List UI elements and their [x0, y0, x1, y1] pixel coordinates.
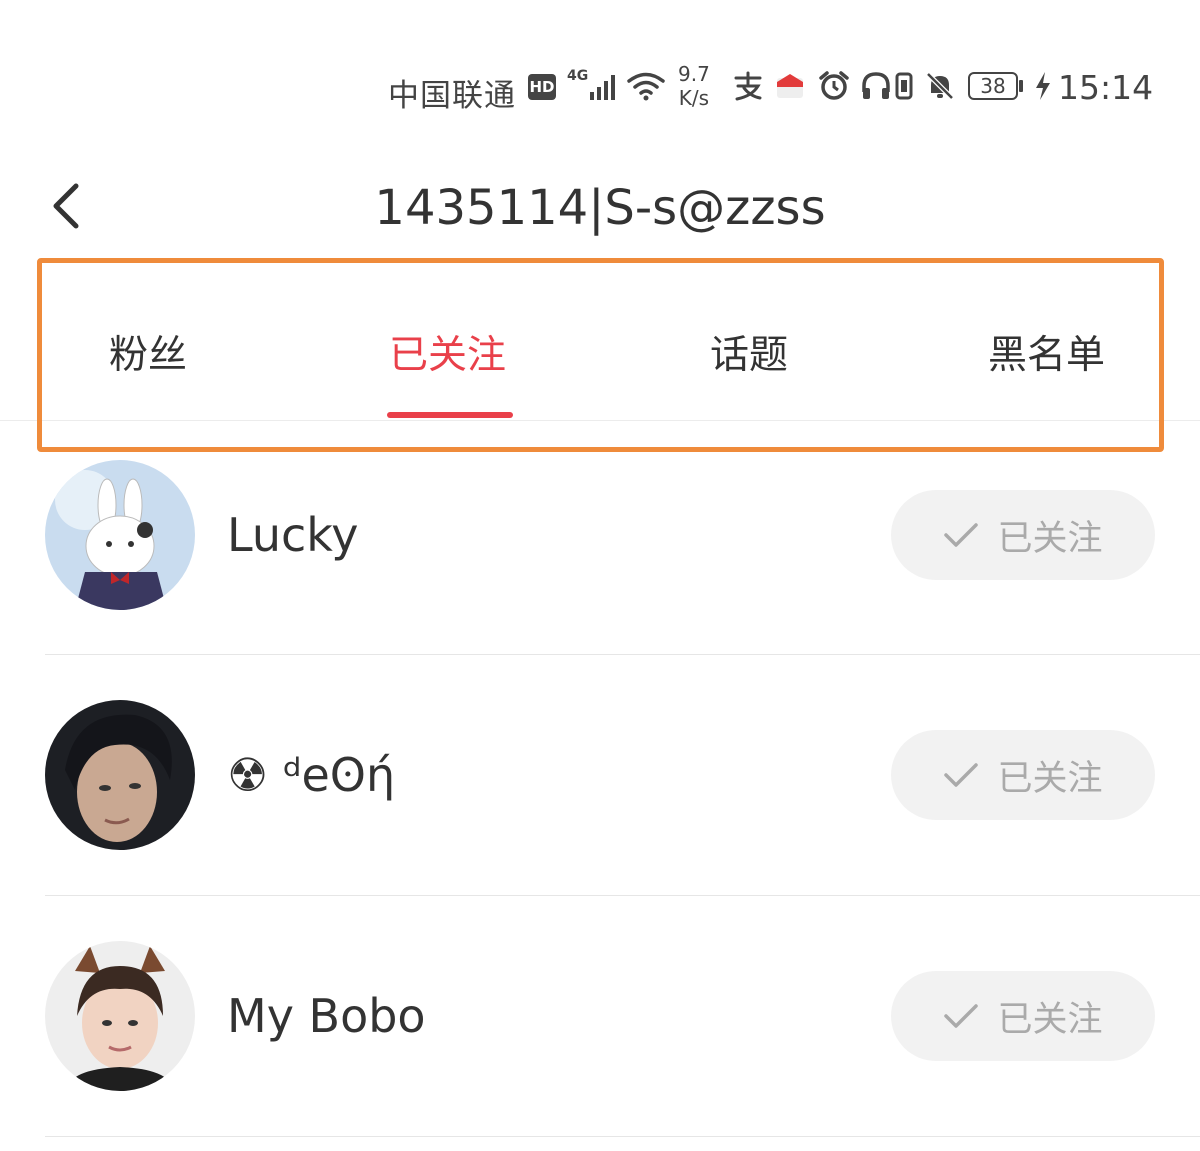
bunny-avatar-image: [45, 460, 195, 610]
tab-bar: 粉丝 已关注 话题 黑名单: [0, 262, 1200, 421]
charging-icon: [1036, 72, 1050, 100]
speed-unit: K/s: [678, 86, 710, 110]
app-notification-icon: [777, 74, 803, 98]
hd-badge: HD: [528, 74, 556, 100]
tab-following[interactable]: 已关注: [389, 324, 506, 380]
divider: [45, 1136, 1200, 1137]
vibrate-icon: [895, 72, 913, 100]
user-name[interactable]: ☢ ᵈeʘή: [227, 748, 395, 802]
divider: [45, 654, 1200, 655]
avatar[interactable]: [45, 460, 195, 610]
battery-icon: 38: [968, 72, 1018, 100]
tab-fans[interactable]: 粉丝: [109, 324, 187, 380]
portrait-avatar-image: [45, 941, 195, 1091]
headphones-icon: [862, 72, 890, 99]
following-button[interactable]: 已关注: [891, 730, 1155, 820]
user-name[interactable]: My Bobo: [227, 989, 426, 1043]
list-item[interactable]: ☢ ᵈeʘή 已关注: [0, 680, 1200, 880]
carrier-name: 中国联通: [388, 78, 516, 114]
status-bar: 中国联通 HD 4G 9.7 K/s 38 15:14: [0, 0, 1200, 130]
page-title: 1435114|S-s@zzss: [374, 180, 826, 236]
avatar[interactable]: [45, 941, 195, 1091]
check-icon: [944, 523, 979, 547]
following-button-label: 已关注: [997, 999, 1103, 1040]
network-type: 4G: [567, 68, 589, 84]
divider: [45, 895, 1200, 896]
active-tab-indicator: [387, 412, 513, 418]
signal-icon: [590, 75, 615, 100]
clock-time: 15:14: [1058, 68, 1154, 107]
user-name[interactable]: Lucky: [227, 508, 359, 562]
list-item[interactable]: My Bobo 已关注: [0, 921, 1200, 1121]
portrait-avatar-image: [45, 700, 195, 850]
avatar[interactable]: [45, 700, 195, 850]
following-button-label: 已关注: [997, 518, 1103, 559]
tab-blacklist[interactable]: 黑名单: [988, 324, 1105, 380]
list-item[interactable]: Lucky 已关注: [0, 440, 1200, 640]
mute-bell-icon: [926, 72, 954, 100]
tab-topics[interactable]: 话题: [710, 324, 788, 380]
following-button-label: 已关注: [997, 758, 1103, 799]
battery-tip: [1019, 80, 1023, 92]
wifi-icon: [627, 72, 665, 101]
speed-value: 9.7: [678, 62, 710, 86]
check-icon: [944, 763, 979, 787]
network-speed: 9.7 K/s: [678, 62, 710, 110]
following-button[interactable]: 已关注: [891, 971, 1155, 1061]
following-button[interactable]: 已关注: [891, 490, 1155, 580]
alipay-icon: [734, 71, 762, 101]
check-icon: [944, 1004, 979, 1028]
alarm-icon: [819, 71, 849, 100]
